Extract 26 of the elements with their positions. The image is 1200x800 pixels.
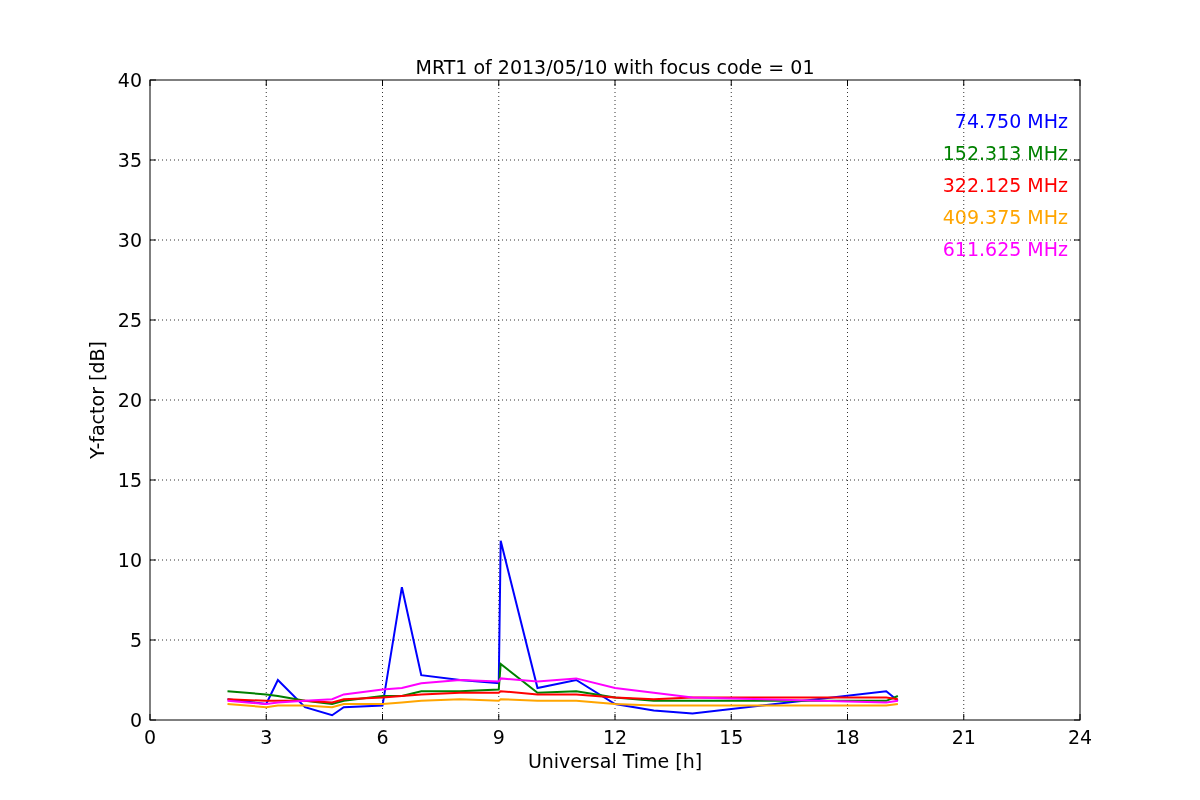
y-tick-label: 10 [117, 549, 142, 571]
legend-label: 74.750 MHz [954, 110, 1068, 132]
y-tick-label: 30 [117, 229, 142, 251]
y-tick-label: 0 [129, 709, 142, 731]
x-tick-label: 9 [492, 726, 505, 748]
y-tick-label: 20 [117, 389, 142, 411]
y-axis-label: Y-factor [dB] [86, 341, 108, 459]
x-tick-label: 6 [376, 726, 389, 748]
legend-label: 322.125 MHz [942, 174, 1068, 196]
y-tick-label: 25 [117, 309, 142, 331]
y-tick-label: 35 [117, 149, 142, 171]
legend-label: 611.625 MHz [942, 238, 1068, 260]
x-tick-label: 24 [1067, 726, 1093, 748]
y-tick-label: 5 [129, 629, 142, 651]
y-tick-label: 40 [117, 69, 142, 91]
x-axis-label: Universal Time [h] [527, 750, 703, 772]
x-tick-label: 21 [951, 726, 976, 748]
x-tick-label: 0 [143, 726, 157, 748]
x-tick-label: 12 [602, 726, 628, 748]
x-tick-label: 3 [260, 726, 273, 748]
x-tick-label: 15 [719, 726, 744, 748]
x-tick-label: 18 [835, 726, 860, 748]
legend-label: 152.313 MHz [942, 142, 1068, 164]
y-tick-label: 15 [117, 469, 142, 491]
chart-title: MRT1 of 2013/05/10 with focus code = 01 [415, 56, 815, 78]
legend-label: 409.375 MHz [942, 206, 1068, 228]
